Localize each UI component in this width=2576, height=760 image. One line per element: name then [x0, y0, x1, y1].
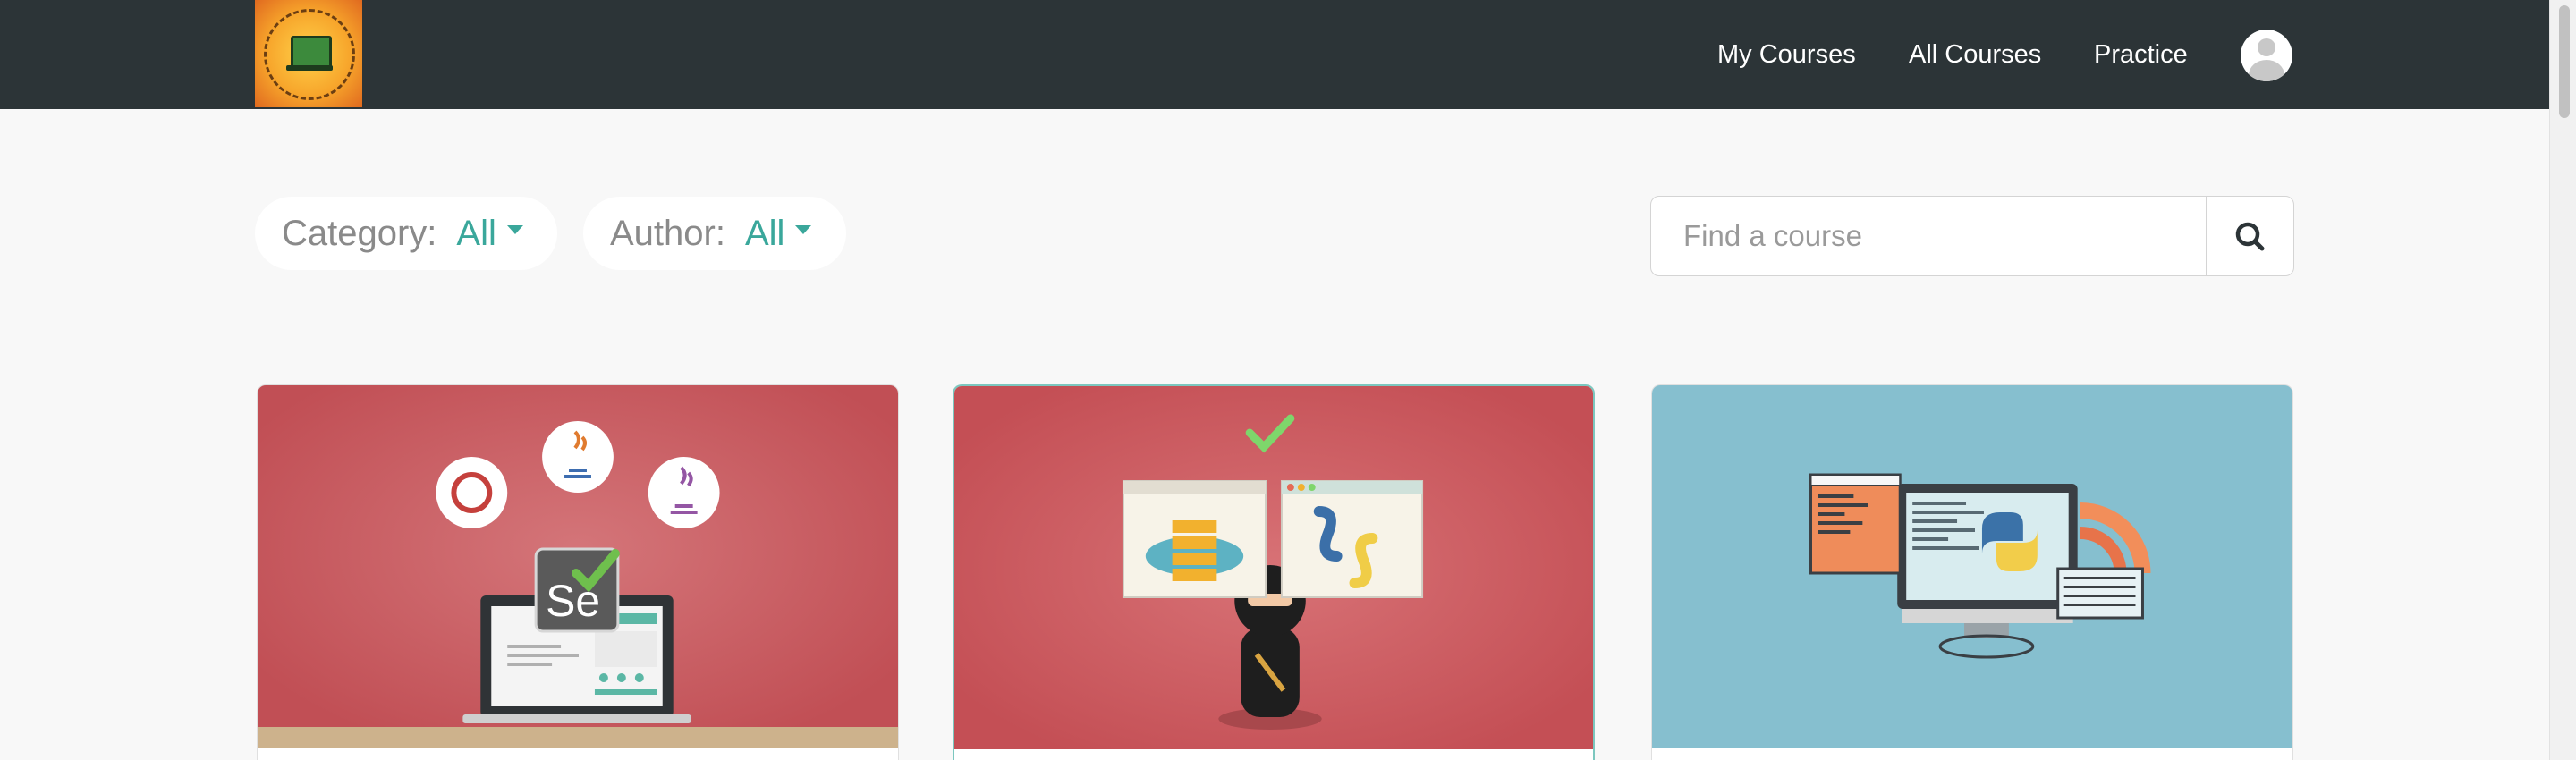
nav-my-courses[interactable]: My Courses: [1717, 40, 1856, 70]
nav-all-courses[interactable]: All Courses: [1909, 40, 2041, 70]
course-card[interactable]: [953, 384, 1595, 760]
course-card[interactable]: [1651, 384, 2293, 760]
author-filter-value[interactable]: All: [745, 214, 784, 254]
logo-laptop-icon: [286, 36, 333, 71]
course-search: [1650, 196, 2294, 276]
search-icon: [2235, 222, 2265, 251]
top-navbar: My Courses All Courses Practice: [0, 0, 2549, 109]
avatar-body-icon: [2249, 60, 2284, 81]
search-input[interactable]: [1651, 197, 2206, 275]
card-footer: [954, 749, 1593, 760]
course-card[interactable]: Se: [257, 384, 899, 760]
chevron-down-icon[interactable]: [795, 225, 812, 234]
course-thumbnail-selenium[interactable]: Se: [258, 385, 898, 748]
author-filter[interactable]: Author: All: [583, 197, 846, 270]
nav-practice[interactable]: Practice: [2094, 40, 2188, 70]
avatar-head-icon: [2258, 38, 2275, 56]
category-filter-label: Category:: [282, 213, 437, 253]
card-footer: [258, 748, 898, 760]
page-scrollbar[interactable]: [2549, 0, 2576, 760]
school-logo[interactable]: [255, 0, 362, 107]
category-filter-value[interactable]: All: [456, 214, 496, 254]
course-thumbnail-python[interactable]: [1652, 385, 2292, 748]
search-button[interactable]: [2206, 197, 2294, 275]
scrollbar-thumb[interactable]: [2559, 5, 2570, 118]
user-avatar[interactable]: [2241, 30, 2292, 81]
chevron-down-icon[interactable]: [506, 225, 523, 234]
card-footer: [1652, 748, 2292, 760]
course-thumbnail-ninja[interactable]: [954, 386, 1593, 749]
category-filter[interactable]: Category: All: [255, 197, 557, 270]
author-filter-label: Author:: [610, 213, 725, 253]
